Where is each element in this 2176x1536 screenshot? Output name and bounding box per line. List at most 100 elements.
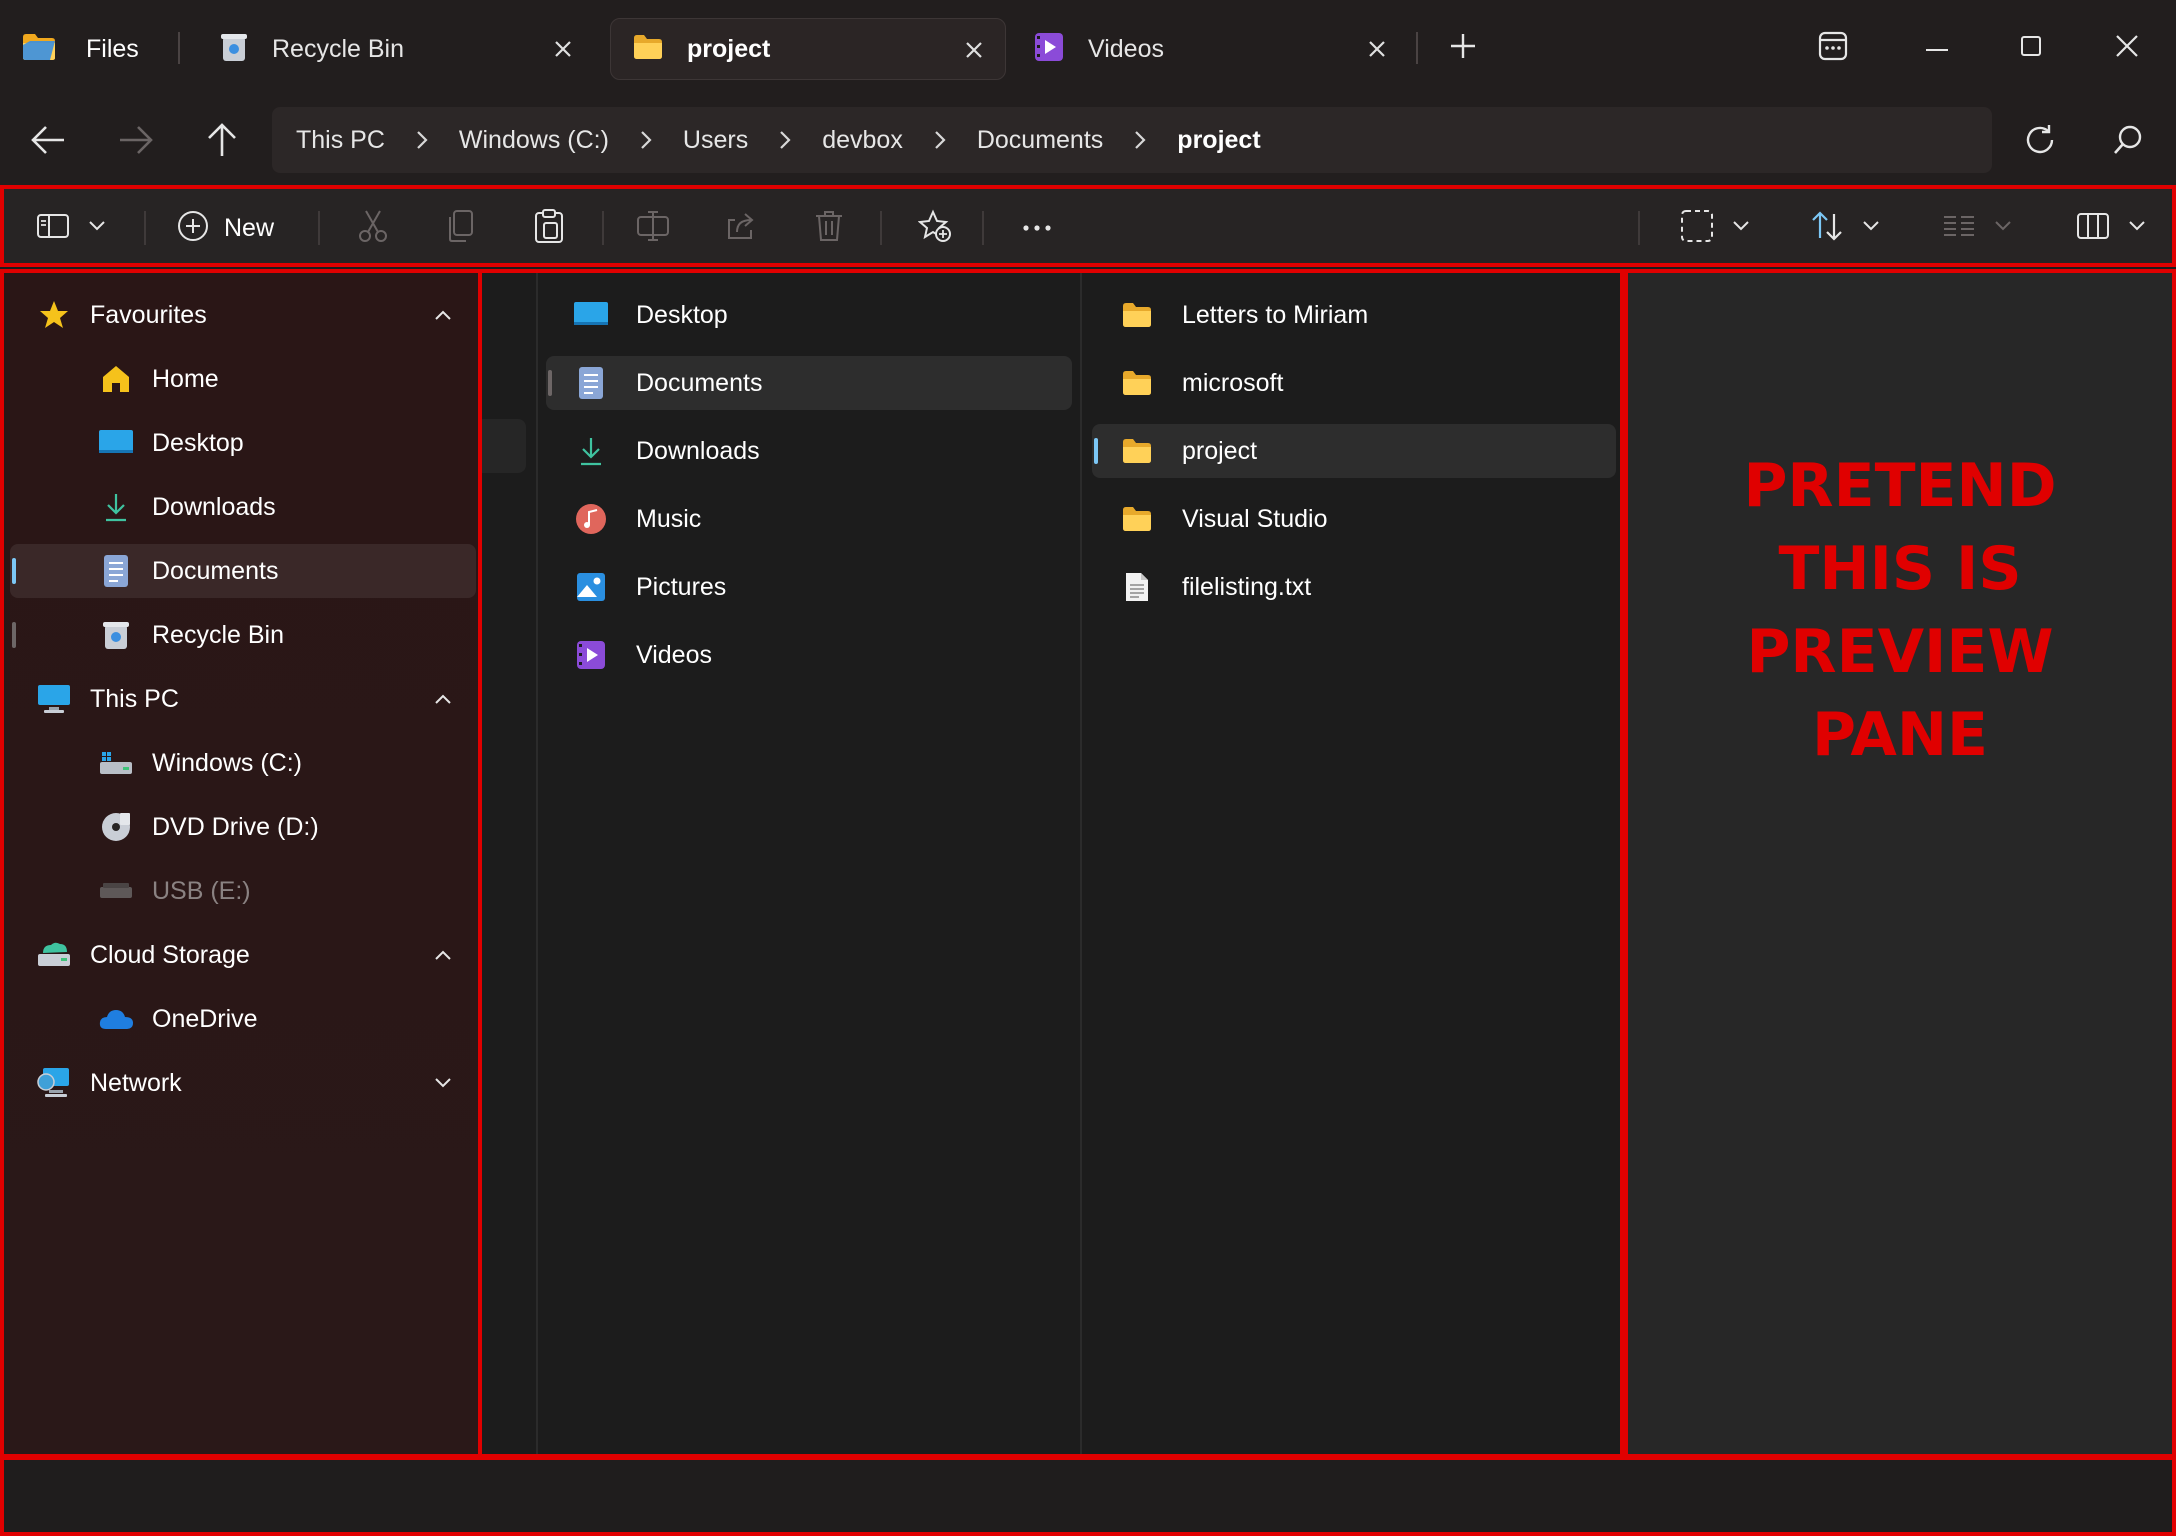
chevron-down-icon	[1732, 219, 1750, 237]
pin-favourite-button[interactable]	[910, 205, 960, 251]
sidebar-section-this-pc[interactable]: This PC	[10, 672, 476, 726]
folder-item-music[interactable]: Music	[546, 492, 1072, 546]
download-icon	[568, 431, 614, 471]
folder-item-videos[interactable]: Videos	[546, 628, 1072, 682]
chevron-down-icon	[88, 219, 106, 237]
tab-label: project	[687, 34, 771, 63]
sidebar-item-documents[interactable]: Documents	[10, 544, 476, 598]
forward-button[interactable]	[108, 117, 164, 167]
folder-item-letters-to-miriam[interactable]: Letters to Miriam	[1092, 288, 1616, 342]
group-by-button[interactable]	[1932, 205, 2022, 251]
toolbar-separator	[144, 211, 146, 245]
breadcrumb-item[interactable]: devbox	[822, 126, 903, 155]
sidebar-item-recycle-bin[interactable]: Recycle Bin	[10, 608, 476, 662]
chevron-down-icon	[2128, 219, 2146, 237]
tab-project[interactable]: project	[610, 18, 1006, 80]
sidebar-item-dvd-drive[interactable]: DVD Drive (D:)	[10, 800, 476, 854]
sidebar-item-windows-c[interactable]: Windows (C:)	[10, 736, 476, 790]
files-app-icon	[22, 32, 56, 67]
maximize-button[interactable]	[2002, 22, 2060, 74]
videos-icon	[1034, 32, 1064, 67]
desktop-icon	[568, 295, 614, 335]
breadcrumb[interactable]: This PC Windows (C:) Users devbox Docume…	[272, 107, 1992, 173]
chevron-right-icon[interactable]	[1103, 125, 1177, 155]
new-tab-button[interactable]	[1434, 22, 1492, 74]
app-name: Files	[86, 34, 139, 63]
layout-mode-button[interactable]	[2066, 205, 2156, 251]
search-button[interactable]	[2100, 117, 2156, 167]
toolbar-separator	[1638, 211, 1640, 245]
delete-button[interactable]	[804, 205, 854, 251]
sort-icon	[1810, 210, 1844, 247]
item-label: Desktop	[636, 300, 728, 329]
sidebar-item-home[interactable]: Home	[10, 352, 476, 406]
chevron-down-icon	[1994, 219, 2012, 237]
folder-item-project[interactable]: project	[1092, 424, 1616, 478]
close-icon[interactable]	[1360, 32, 1394, 66]
chevron-right-icon[interactable]	[609, 125, 683, 155]
breadcrumb-current[interactable]: project	[1177, 126, 1260, 155]
item-label: Documents	[636, 368, 763, 397]
sidebar-toggle-button[interactable]	[26, 205, 116, 251]
share-button[interactable]	[716, 205, 766, 251]
app-tab[interactable]: Files	[22, 20, 139, 78]
new-button[interactable]: New	[176, 205, 288, 251]
chevron-up-icon[interactable]	[428, 684, 458, 714]
back-button[interactable]	[20, 117, 76, 167]
file-item-filelisting[interactable]: filelisting.txt	[1092, 560, 1616, 614]
copy-button[interactable]	[436, 205, 486, 251]
chevron-down-icon[interactable]	[428, 1068, 458, 1098]
column-divider[interactable]	[1080, 273, 1082, 1454]
breadcrumb-item[interactable]: This PC	[296, 126, 385, 155]
close-icon[interactable]	[957, 33, 991, 67]
tab-videos[interactable]: Videos	[1012, 18, 1408, 80]
scissors-icon	[358, 209, 388, 248]
minimize-button[interactable]	[1908, 22, 1966, 74]
sidebar-item-usb-e[interactable]: USB (E:)	[10, 864, 476, 918]
tab-separator	[1416, 32, 1418, 64]
folder-item-pictures[interactable]: Pictures	[546, 560, 1072, 614]
sidebar-section-network[interactable]: Network	[10, 1056, 476, 1110]
sort-button[interactable]	[1800, 205, 1890, 251]
previous-column-selection[interactable]	[482, 419, 526, 473]
column-divider[interactable]	[536, 273, 538, 1454]
sidebar-item-label: Recycle Bin	[152, 620, 284, 649]
tab-overview-button[interactable]	[1804, 22, 1862, 74]
close-window-button[interactable]	[2098, 22, 2156, 74]
chevron-up-icon[interactable]	[428, 300, 458, 330]
chevron-right-icon[interactable]	[748, 125, 822, 155]
tab-label: Recycle Bin	[272, 34, 404, 63]
folder-item-visual-studio[interactable]: Visual Studio	[1092, 492, 1616, 546]
chevron-up-icon[interactable]	[428, 940, 458, 970]
up-button[interactable]	[194, 117, 250, 167]
breadcrumb-item[interactable]: Windows (C:)	[459, 126, 609, 155]
folder-item-downloads[interactable]: Downloads	[546, 424, 1072, 478]
more-options-button[interactable]	[1012, 205, 1062, 251]
sidebar-item-onedrive[interactable]: OneDrive	[10, 992, 476, 1046]
sidebar-item-desktop[interactable]: Desktop	[10, 416, 476, 470]
chevron-down-icon	[1862, 219, 1880, 237]
refresh-button[interactable]	[2012, 117, 2068, 167]
sidebar-section-favourites[interactable]: Favourites	[10, 288, 476, 342]
sidebar-item-downloads[interactable]: Downloads	[10, 480, 476, 534]
chevron-right-icon[interactable]	[903, 125, 977, 155]
sidebar-section-label: Favourites	[90, 300, 207, 329]
sidebar-item-label: Home	[152, 364, 219, 393]
breadcrumb-item[interactable]: Documents	[977, 126, 1103, 155]
close-icon[interactable]	[546, 32, 580, 66]
sidebar-item-label: Documents	[152, 556, 279, 585]
paste-button[interactable]	[524, 205, 574, 251]
window-list-icon	[1818, 31, 1848, 66]
folder-item-documents[interactable]: Documents	[546, 356, 1072, 410]
sidebar-item-label: Desktop	[152, 428, 244, 457]
rename-button[interactable]	[628, 205, 678, 251]
folder-item-desktop[interactable]: Desktop	[546, 288, 1072, 342]
selection-options-button[interactable]	[1670, 205, 1760, 251]
cut-button[interactable]	[348, 205, 398, 251]
tab-recycle-bin[interactable]: Recycle Bin	[198, 18, 594, 80]
breadcrumb-item[interactable]: Users	[683, 126, 748, 155]
folder-item-microsoft[interactable]: microsoft	[1092, 356, 1616, 410]
copy-icon	[447, 209, 475, 248]
chevron-right-icon[interactable]	[385, 125, 459, 155]
sidebar-section-cloud-storage[interactable]: Cloud Storage	[10, 928, 476, 982]
